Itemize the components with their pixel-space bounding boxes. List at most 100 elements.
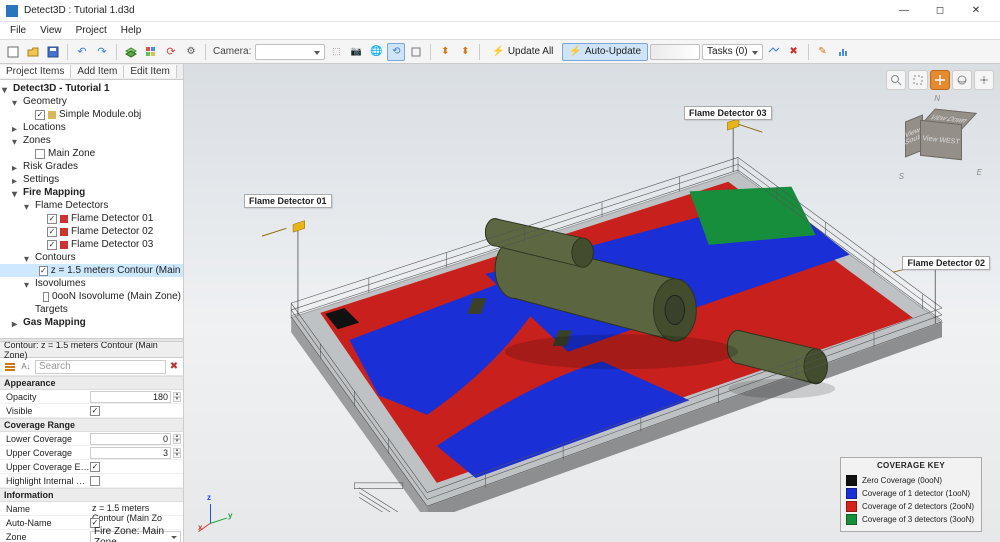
tree-risk-grades[interactable]: ▸Risk Grades	[0, 160, 183, 173]
tree-geometry-item[interactable]: ✓Simple Module.obj	[0, 108, 183, 121]
axis-gizmo: z y x	[198, 496, 230, 528]
zone-combo[interactable]: Fire Zone: Main Zone	[90, 531, 181, 542]
pan-icon[interactable]	[930, 70, 950, 90]
window-controls: — ◻ ✕	[886, 1, 994, 21]
orbit-icon[interactable]	[952, 70, 972, 90]
app-icon	[6, 5, 18, 17]
maximize-button[interactable]: ◻	[922, 1, 958, 21]
tree-label: Isovolumes	[35, 278, 86, 289]
menu-project[interactable]: Project	[70, 23, 113, 38]
menu-file[interactable]: File	[4, 23, 32, 38]
upper-coverage-input[interactable]: 3	[90, 447, 171, 459]
save-button[interactable]	[44, 43, 62, 61]
separator	[808, 44, 809, 60]
name-input[interactable]: z = 1.5 meters Contour (Main Zo	[90, 503, 181, 515]
tree-fd3[interactable]: ✓Flame Detector 03	[0, 238, 183, 251]
tree-fd2[interactable]: ✓Flame Detector 02	[0, 225, 183, 238]
minimize-button[interactable]: —	[886, 1, 922, 21]
opacity-spinner[interactable]: ▴▾	[173, 392, 181, 402]
window-title: Detect3D : Tutorial 1.d3d	[24, 5, 886, 16]
camera-button[interactable]: 📷	[347, 43, 365, 61]
menu-help[interactable]: Help	[115, 23, 148, 38]
tree-main-zone[interactable]: Main Zone	[0, 147, 183, 160]
zoom-fit-icon[interactable]	[886, 70, 906, 90]
sort-asc-button[interactable]: ⬍	[436, 43, 454, 61]
upper-ext-checkbox[interactable]: ✓	[90, 462, 100, 472]
project-tree[interactable]: ▾Detect3D - Tutorial 1 ▾Geometry ✓Simple…	[0, 80, 183, 338]
zoom-region-icon[interactable]	[908, 70, 928, 90]
legend-label: Zero Coverage (0ooN)	[862, 476, 942, 485]
palette-button[interactable]	[142, 43, 160, 61]
detector-03	[727, 119, 762, 172]
tree-label: Flame Detector 01	[71, 213, 153, 224]
edit-button[interactable]: ✎	[814, 43, 832, 61]
layers-button[interactable]	[122, 43, 140, 61]
tree-isovolumes[interactable]: ▾Isovolumes	[0, 277, 183, 290]
progress-input	[650, 44, 700, 60]
tab-edit-item[interactable]: Edit Item	[124, 65, 176, 78]
tree-root[interactable]: ▾Detect3D - Tutorial 1	[0, 82, 183, 95]
tree-fd1[interactable]: ✓Flame Detector 01	[0, 212, 183, 225]
upper-spinner[interactable]: ▴▾	[173, 448, 181, 458]
viewport-tools	[886, 70, 994, 90]
sort-desc-button[interactable]: ⬍	[456, 43, 474, 61]
titlebar: Detect3D : Tutorial 1.d3d — ◻ ✕	[0, 0, 1000, 22]
list-view-icon[interactable]	[3, 360, 17, 374]
open-button[interactable]	[24, 43, 42, 61]
auto-update-toggle[interactable]: ⚡Auto-Update	[562, 43, 648, 61]
delete-button[interactable]: ✖	[785, 43, 803, 61]
tree-label: z = 1.5 meters Contour (Main Zone)	[51, 265, 183, 276]
chart-button[interactable]	[834, 43, 852, 61]
tree-flame-detectors[interactable]: ▾Flame Detectors	[0, 199, 183, 212]
tree-label: Flame Detectors	[35, 200, 108, 211]
snapshot-button[interactable]: ⬚	[327, 43, 345, 61]
field-button[interactable]	[765, 43, 783, 61]
walk-icon[interactable]	[974, 70, 994, 90]
viewcube[interactable]: View Down View South View WEST	[900, 100, 972, 172]
tree-fire-mapping[interactable]: ▾Fire Mapping	[0, 186, 183, 199]
tree-zones[interactable]: ▾Zones	[0, 134, 183, 147]
section-appearance: Appearance	[0, 376, 183, 390]
highlight-checkbox[interactable]	[90, 476, 100, 486]
callout-fd2: Flame Detector 02	[902, 256, 990, 270]
update-all-button[interactable]: ⚡Update All	[485, 43, 560, 61]
refresh-button[interactable]: ⟳	[162, 43, 180, 61]
tab-project-items[interactable]: Project Items	[0, 65, 71, 78]
properties-title: Contour: z = 1.5 meters Contour (Main Zo…	[0, 342, 183, 358]
close-button[interactable]: ✕	[958, 1, 994, 21]
tasks-combo[interactable]: Tasks (0)	[702, 44, 763, 60]
new-button[interactable]	[4, 43, 22, 61]
viewcube-front[interactable]: View WEST	[920, 120, 962, 160]
visible-checkbox[interactable]: ✓	[90, 406, 100, 416]
globe-button[interactable]: 🌐	[367, 43, 385, 61]
tree-contours[interactable]: ▾Contours	[0, 251, 183, 264]
tree-label: Flame Detector 02	[71, 226, 153, 237]
category-view-icon[interactable]: A↓	[19, 360, 33, 374]
tree-label: Flame Detector 03	[71, 239, 153, 250]
tree-geometry[interactable]: ▾Geometry	[0, 95, 183, 108]
main-toolbar: ↶ ↷ ⟳ ⚙ Camera: ⬚ 📷 🌐 ⟲ ⬍ ⬍ ⚡Update All …	[0, 40, 1000, 64]
redo-button[interactable]: ↷	[93, 43, 111, 61]
tab-add-item[interactable]: Add Item	[71, 65, 124, 78]
camera-combo[interactable]	[255, 44, 325, 60]
section-info: Information	[0, 488, 183, 502]
tree-locations[interactable]: ▸Locations	[0, 121, 183, 134]
opacity-input[interactable]: 180	[90, 391, 171, 403]
axis-z-label: z	[207, 493, 211, 502]
undo-button[interactable]: ↶	[73, 43, 91, 61]
legend-row-3: Coverage of 3 detectors (3ooN)	[846, 514, 976, 525]
tree-settings[interactable]: ▸Settings	[0, 173, 183, 186]
tree-gas-mapping[interactable]: ▸Gas Mapping	[0, 316, 183, 329]
lower-spinner[interactable]: ▴▾	[173, 434, 181, 444]
3d-viewport[interactable]: Flame Detector 01 Flame Detector 02 Flam…	[184, 64, 1000, 542]
tree-isovolume-item[interactable]: 0ooN Isovolume (Main Zone)	[0, 290, 183, 303]
lower-coverage-input[interactable]: 0	[90, 433, 171, 445]
properties-search[interactable]: Search	[35, 360, 166, 374]
front-view-button[interactable]	[407, 43, 425, 61]
tree-targets[interactable]: Targets	[0, 303, 183, 316]
properties-clear-icon[interactable]: ✖	[168, 361, 180, 372]
tree-contour-item[interactable]: ✓z = 1.5 meters Contour (Main Zone)	[0, 264, 183, 277]
menu-view[interactable]: View	[34, 23, 68, 38]
sync-button[interactable]: ⟲	[387, 43, 405, 61]
settings-button[interactable]: ⚙	[182, 43, 200, 61]
